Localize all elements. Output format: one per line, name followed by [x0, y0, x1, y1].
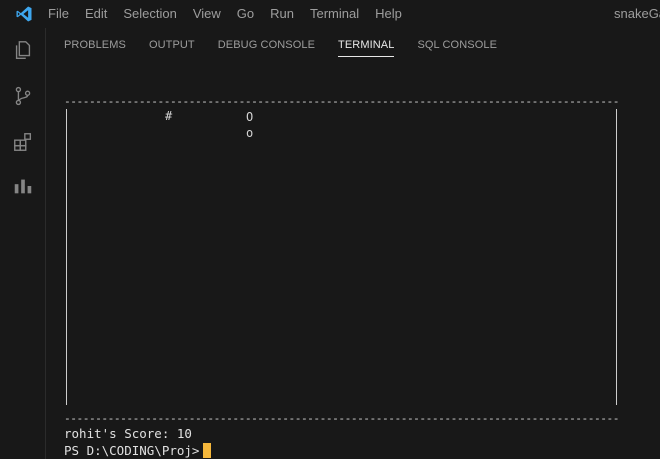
board-top-border: [64, 97, 618, 107]
tab-debug-console[interactable]: DEBUG CONSOLE: [218, 28, 315, 62]
board-bottom-border: [64, 414, 618, 424]
activity-bar: [0, 28, 46, 459]
shell-prompt[interactable]: PS D:\CODING\Proj>: [64, 443, 212, 459]
tab-terminal[interactable]: TERMINAL: [338, 28, 395, 62]
prompt-text: PS D:\CODING\Proj>: [64, 443, 200, 458]
explorer-icon[interactable]: [0, 30, 46, 70]
menu-help[interactable]: Help: [367, 0, 410, 28]
menu-selection[interactable]: Selection: [115, 0, 184, 28]
board-right-wall: [616, 109, 618, 405]
vscode-logo-icon[interactable]: [0, 0, 48, 28]
bottom-panel: PROBLEMS OUTPUT DEBUG CONSOLE TERMINAL S…: [46, 28, 660, 459]
menu-bar: File Edit Selection View Go Run Terminal…: [48, 0, 410, 28]
title-bar: File Edit Selection View Go Run Terminal…: [0, 0, 660, 28]
menu-run[interactable]: Run: [262, 0, 302, 28]
window-title: snakeGar: [614, 6, 660, 21]
tab-sql-console[interactable]: SQL CONSOLE: [417, 28, 497, 62]
charts-icon[interactable]: [0, 166, 46, 206]
menu-edit[interactable]: Edit: [77, 0, 115, 28]
menu-terminal[interactable]: Terminal: [302, 0, 367, 28]
terminal-cursor: [203, 443, 212, 458]
tab-output[interactable]: OUTPUT: [149, 28, 195, 62]
terminal-output[interactable]: # O o rohit's Score: 10 PS D:\CODING\Pro…: [64, 64, 656, 459]
tab-problems[interactable]: PROBLEMS: [64, 28, 126, 62]
menu-view[interactable]: View: [185, 0, 229, 28]
source-control-icon[interactable]: [0, 76, 46, 116]
snake-head: O: [246, 110, 254, 124]
score-line: rohit's Score: 10: [64, 426, 192, 441]
snake-body: o: [246, 126, 254, 140]
menu-file[interactable]: File: [48, 0, 77, 28]
board-left-wall: [66, 109, 68, 405]
extensions-icon[interactable]: [0, 122, 46, 162]
panel-tabs: PROBLEMS OUTPUT DEBUG CONSOLE TERMINAL S…: [46, 28, 660, 62]
snake-food: #: [165, 109, 173, 123]
menu-go[interactable]: Go: [229, 0, 262, 28]
